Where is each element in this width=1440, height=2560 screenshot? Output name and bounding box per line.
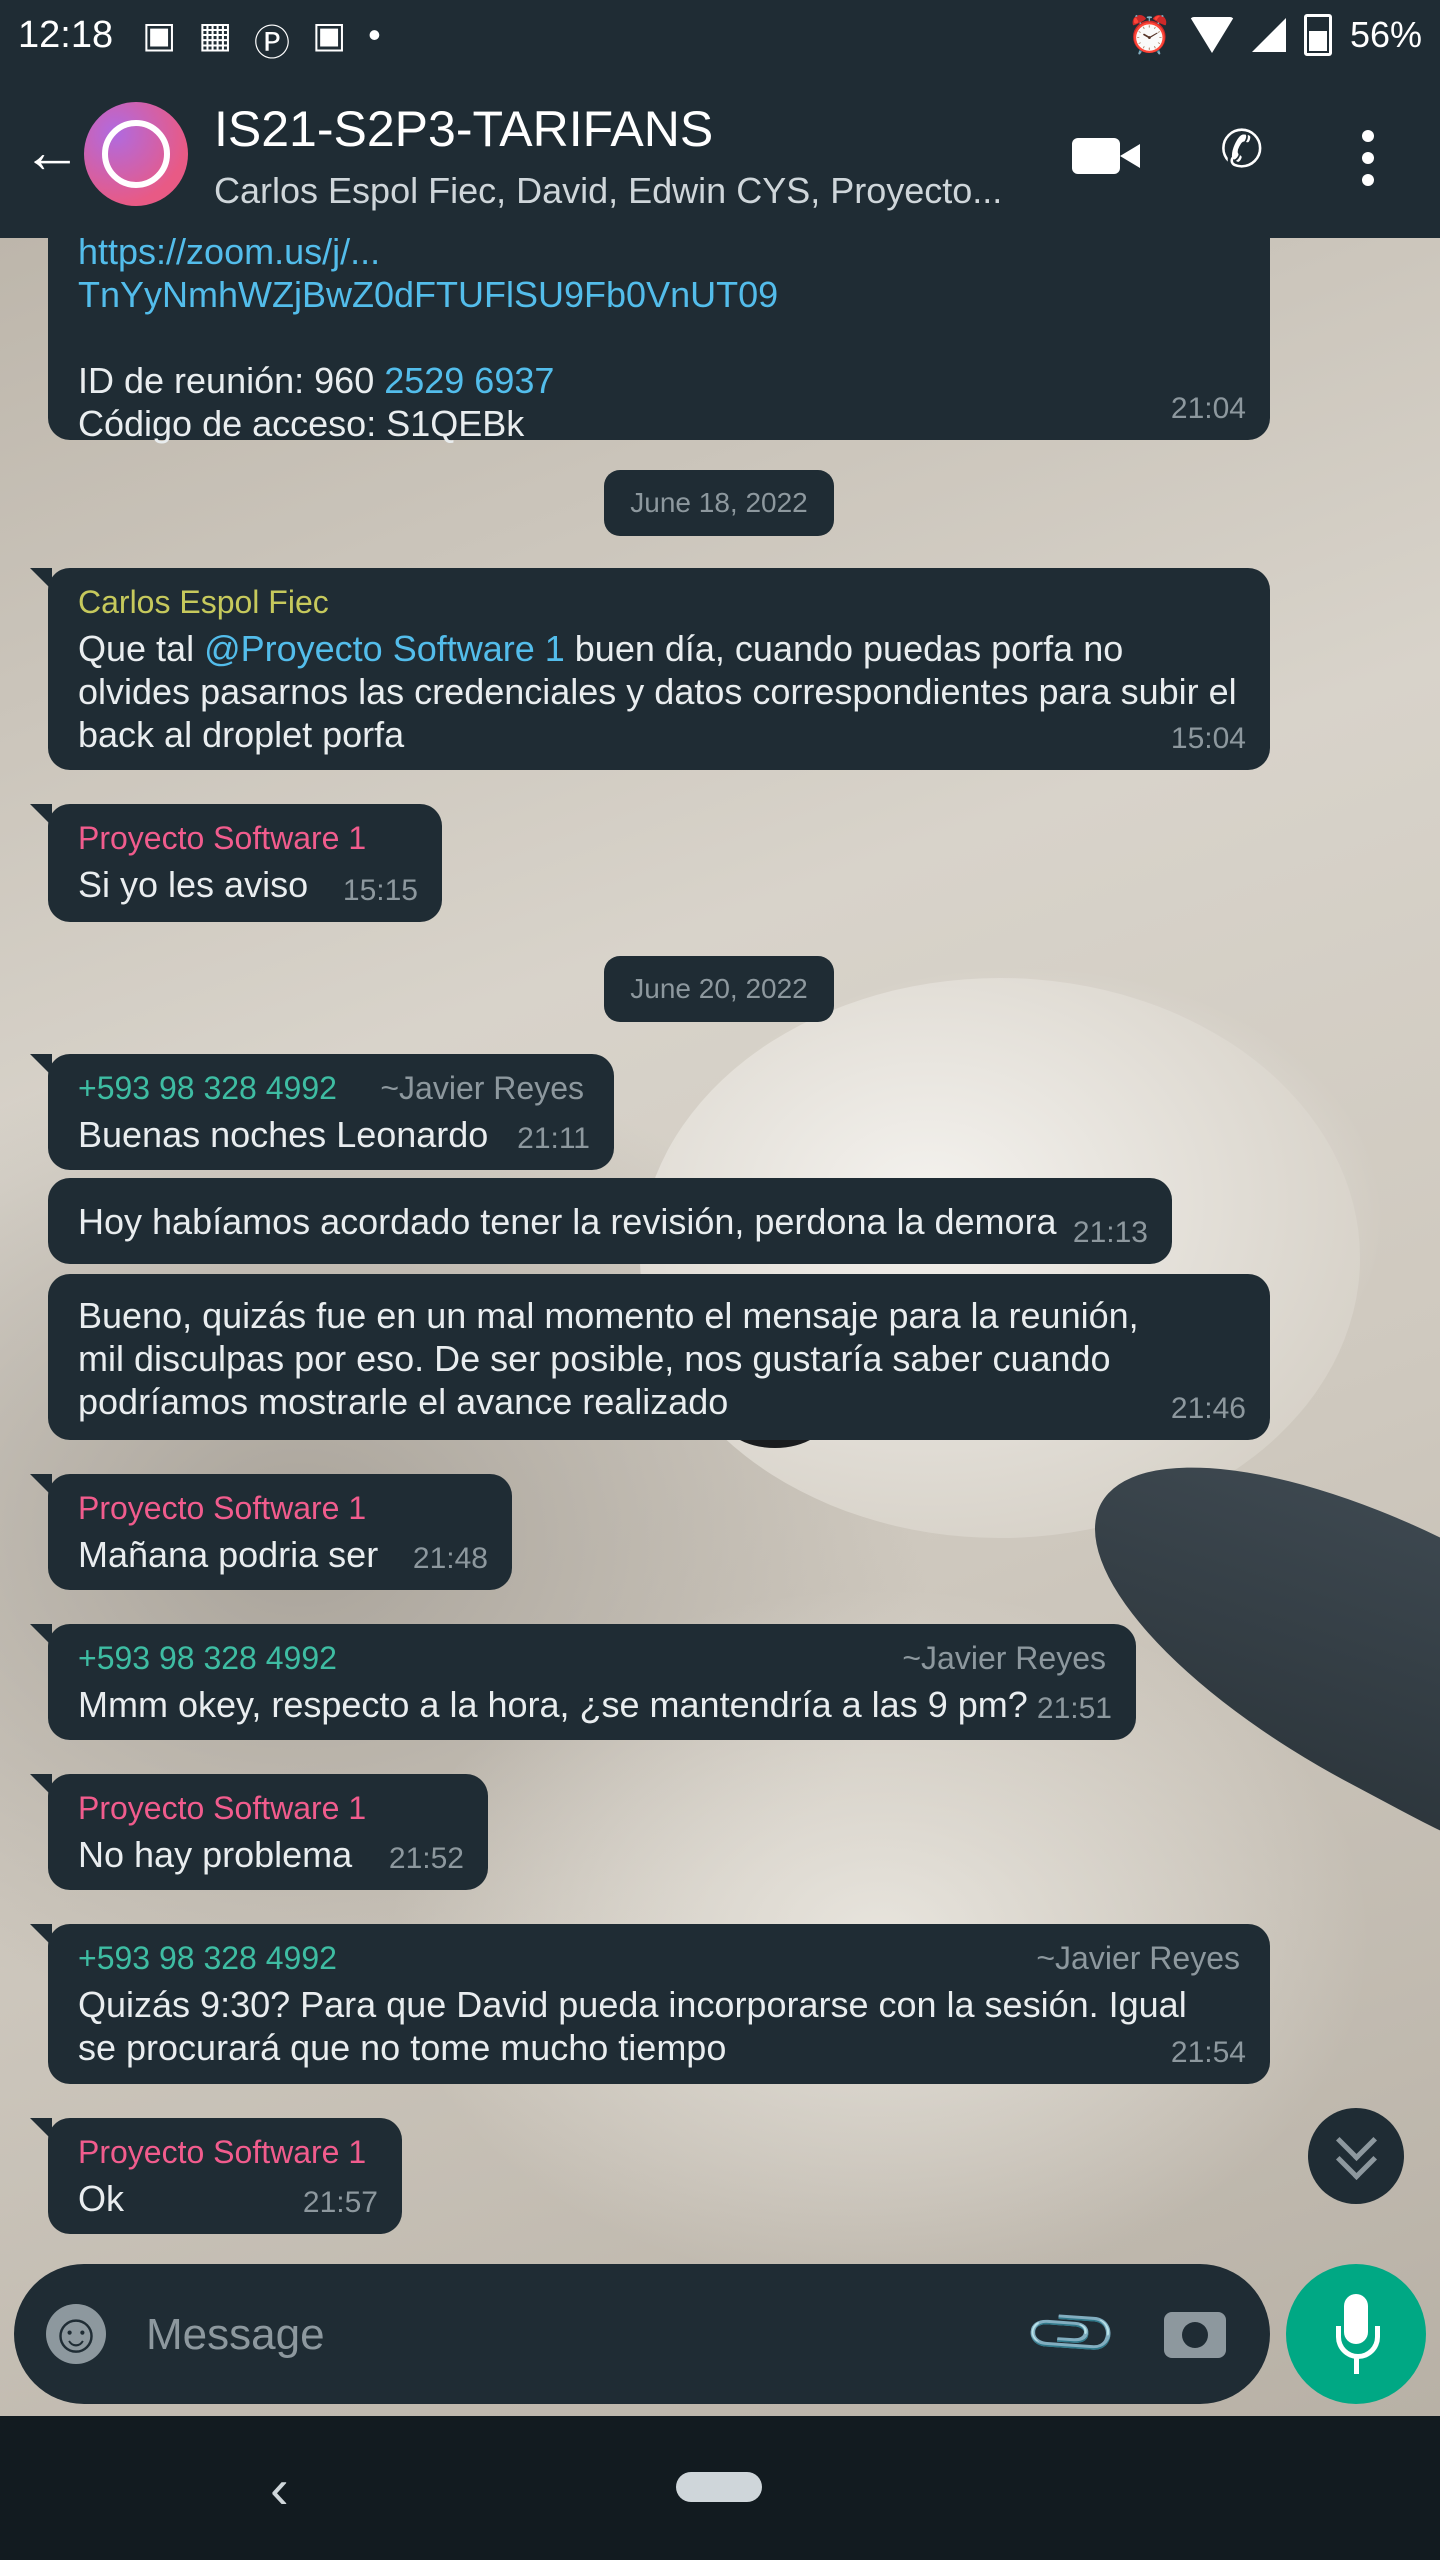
group-title[interactable]: IS21-S2P3-TARIFANS	[214, 100, 713, 158]
message-time: 15:04	[1170, 722, 1246, 755]
message-list[interactable]: https://zoom.us/j/... TnYyNmhWZjBwZ0dFTU…	[0, 238, 1440, 2416]
nav-home-pill[interactable]	[676, 2472, 762, 2502]
phone-icon[interactable]: ✆	[1220, 124, 1264, 176]
message-time: 21:11	[517, 1122, 590, 1155]
scroll-down-icon	[1335, 2119, 1377, 2181]
nav-back-icon[interactable]: ‹	[270, 2456, 289, 2521]
message-sender[interactable]: Proyecto Software 1	[78, 1490, 482, 1527]
chat-header: ← IS21-S2P3-TARIFANS Carlos Espol Fiec, …	[0, 72, 1440, 238]
message-text: Que tal	[78, 628, 205, 669]
message-time: 21:57	[302, 2186, 378, 2219]
message-input[interactable]	[144, 2298, 998, 2372]
message-time: 15:15	[342, 874, 418, 907]
group-members[interactable]: Carlos Espol Fiec, David, Edwin CYS, Pro…	[214, 170, 1002, 212]
notification-icons: ▣ ▦ Ⓟ ▣ •	[142, 14, 381, 66]
message-bubble[interactable]: Bueno, quizás fue en un mal momento el m…	[48, 1274, 1270, 1440]
date-separator: June 18, 2022	[604, 470, 834, 536]
message-bubble[interactable]: Proyecto Software 1 No hay problema 21:5…	[30, 1774, 488, 1890]
sender-alias: ~Javier Reyes	[1036, 1940, 1240, 1976]
message-time: 21:13	[1072, 1216, 1148, 1249]
message-bubble[interactable]: Proyecto Software 1 Si yo les aviso 15:1…	[30, 804, 442, 922]
photos-icon: ▣	[142, 14, 177, 55]
message-text: Bueno, quizás fue en un mal momento el m…	[78, 1295, 1139, 1422]
sender-alias: ~Javier Reyes	[902, 1640, 1106, 1676]
wifi-icon	[1189, 17, 1234, 53]
meeting-id-link[interactable]: 2529 6937	[384, 360, 554, 401]
message-time: 21:04	[1170, 392, 1246, 425]
message-bubble[interactable]: +593 98 328 4992 ~Javier Reyes Quizás 9:3…	[30, 1924, 1270, 2084]
message-bubble[interactable]: Proyecto Software 1 Mañana podria ser 21…	[30, 1474, 512, 1590]
scroll-down-button[interactable]	[1308, 2108, 1404, 2204]
message-sender[interactable]: Carlos Espol Fiec	[78, 584, 1240, 621]
message-sender[interactable]: +593 98 328 4992	[78, 1940, 337, 1976]
message-sender[interactable]: Proyecto Software 1	[78, 2134, 372, 2171]
message-bubble[interactable]: +593 98 328 4992 ~Javier Reyes Mmm okey, …	[30, 1624, 1136, 1740]
avatar-logo-icon	[102, 120, 170, 188]
message-time: 21:51	[1036, 1692, 1112, 1725]
signal-icon	[1251, 18, 1286, 52]
teams-icon: ▦	[198, 14, 233, 55]
more-vert-icon[interactable]	[1362, 130, 1374, 186]
message-bubble[interactable]: +593 98 328 4992 ~Javier Reyes Buenas noc…	[30, 1054, 614, 1170]
video-call-icon[interactable]	[1072, 138, 1140, 174]
message-composer: 📎	[14, 2264, 1270, 2404]
message-text: Buenas noches Leonardo	[78, 1114, 489, 1155]
more-notifications-icon: •	[368, 14, 381, 55]
message-sender[interactable]: +593 98 328 4992	[78, 1640, 337, 1676]
battery-level: 56%	[1349, 14, 1422, 55]
message-bubble[interactable]: Proyecto Software 1 Ok 21:57	[30, 2118, 402, 2234]
message-text: Mmm okey, respecto a la hora, ¿se manten…	[78, 1684, 1028, 1725]
mic-button[interactable]	[1286, 2264, 1426, 2404]
meeting-link-line2[interactable]: TnYyNmhWZjBwZ0dFTUFlSU9Fb0VnUT09	[78, 274, 778, 315]
message-sender[interactable]: Proyecto Software 1	[78, 820, 412, 857]
status-bar: 12:18 ▣ ▦ Ⓟ ▣ • ⏰ 56%	[0, 0, 1440, 72]
battery-icon	[1303, 14, 1332, 56]
message-time: 21:46	[1170, 1392, 1246, 1425]
instagram-icon: ▣	[312, 14, 347, 55]
status-right: ⏰ 56%	[1127, 14, 1422, 56]
message-time: 21:54	[1170, 2036, 1246, 2069]
meeting-link-line1[interactable]: https://zoom.us/j/...	[78, 238, 380, 272]
date-separator: June 20, 2022	[604, 956, 834, 1022]
meeting-code: Código de acceso: S1QEBk	[78, 403, 525, 444]
message-sender[interactable]: +593 98 328 4992	[78, 1070, 337, 1106]
attach-icon[interactable]: 📎	[1020, 2282, 1123, 2385]
camera-icon[interactable]	[1164, 2312, 1226, 2358]
status-time: 12:18	[18, 14, 114, 56]
message-sender[interactable]: Proyecto Software 1	[78, 1790, 458, 1827]
meeting-id-label: ID de reunión: 960	[78, 360, 385, 401]
message-bubble[interactable]: Carlos Espol Fiec Que tal @Proyecto Soft…	[30, 568, 1270, 770]
message-bubble[interactable]: https://zoom.us/j/... TnYyNmhWZjBwZ0dFTU…	[48, 238, 1270, 444]
message-text: Hoy habíamos acordado tener la revisión,…	[78, 1201, 1057, 1242]
group-avatar[interactable]	[84, 102, 188, 206]
pinterest-icon: Ⓟ	[254, 22, 291, 63]
sender-alias: ~Javier Reyes	[380, 1070, 584, 1106]
emoji-icon[interactable]	[46, 2300, 106, 2365]
mention-link[interactable]: @Proyecto Software 1	[204, 628, 565, 669]
back-arrow-icon[interactable]: ←	[22, 122, 82, 182]
message-time: 21:48	[412, 1542, 488, 1575]
alarm-icon: ⏰	[1127, 14, 1172, 55]
message-time: 21:52	[388, 1842, 464, 1875]
system-nav-bar: ‹	[0, 2416, 1440, 2560]
message-bubble[interactable]: Hoy habíamos acordado tener la revisión,…	[48, 1178, 1172, 1264]
message-text: Quizás 9:30? Para que David pueda incorp…	[78, 1984, 1187, 2068]
